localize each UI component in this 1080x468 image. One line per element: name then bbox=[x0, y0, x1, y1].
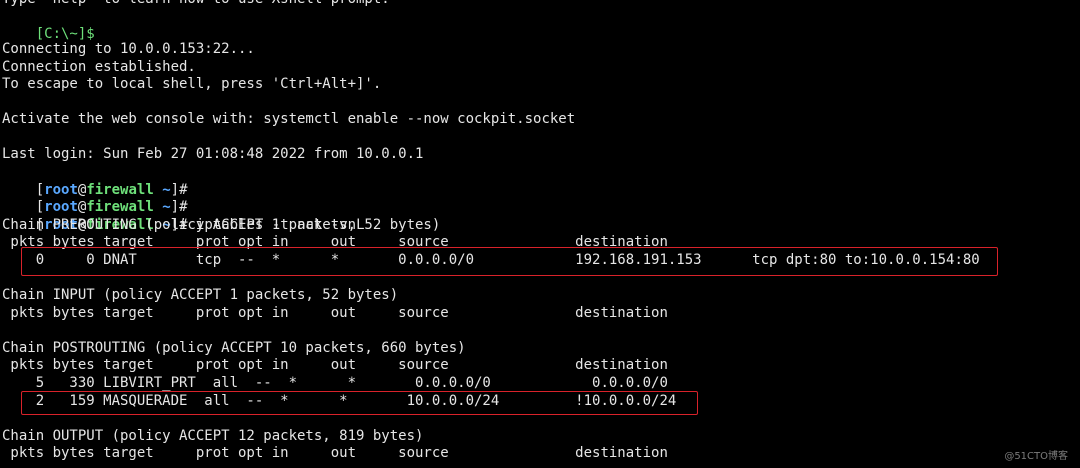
terminal-line-connecting: Connecting to 10.0.0.153:22... bbox=[2, 41, 255, 57]
local-prompt: [C:\~]$ bbox=[2, 8, 95, 42]
dnat-rule-highlight bbox=[21, 247, 998, 276]
masquerade-rule-highlight bbox=[21, 391, 698, 415]
chain-columns: pkts bytes target prot opt in out source… bbox=[2, 445, 668, 461]
chain-rule-row: 5 330 LIBVIRT_PRT all -- * * 0.0.0.0/0 0… bbox=[2, 375, 668, 391]
shell-prompt: [root@firewall ~]# bbox=[2, 164, 188, 198]
terminal-window[interactable]: Type `help' to learn how to use Xshell p… bbox=[0, 0, 1080, 468]
chain-header: Chain POSTROUTING (policy ACCEPT 10 pack… bbox=[2, 340, 466, 356]
chain-header: Chain INPUT (policy ACCEPT 1 packets, 52… bbox=[2, 287, 399, 303]
terminal-line-established: Connection established. bbox=[2, 59, 196, 75]
chain-header: Chain OUTPUT (policy ACCEPT 12 packets, … bbox=[2, 428, 424, 444]
terminal-line-activate: Activate the web console with: systemctl… bbox=[2, 111, 576, 127]
shell-prompt-command: [root@firewall ~]# iptables -t nat -vnL bbox=[2, 199, 365, 233]
chain-columns: pkts bytes target prot opt in out source… bbox=[2, 305, 668, 321]
watermark: @51CTO博客 bbox=[1004, 451, 1068, 462]
terminal-line-escape-hint: To escape to local shell, press 'Ctrl+Al… bbox=[2, 76, 382, 92]
local-prompt-text: [C:\~]$ bbox=[35, 25, 95, 42]
chain-columns: pkts bytes target prot opt in out source… bbox=[2, 357, 668, 373]
shell-prompt: [root@firewall ~]# bbox=[2, 181, 188, 215]
terminal-line-last-login: Last login: Sun Feb 27 01:08:48 2022 fro… bbox=[2, 146, 424, 162]
chain-header: Chain PREROUTING (policy ACCEPT 1 packet… bbox=[2, 217, 441, 233]
